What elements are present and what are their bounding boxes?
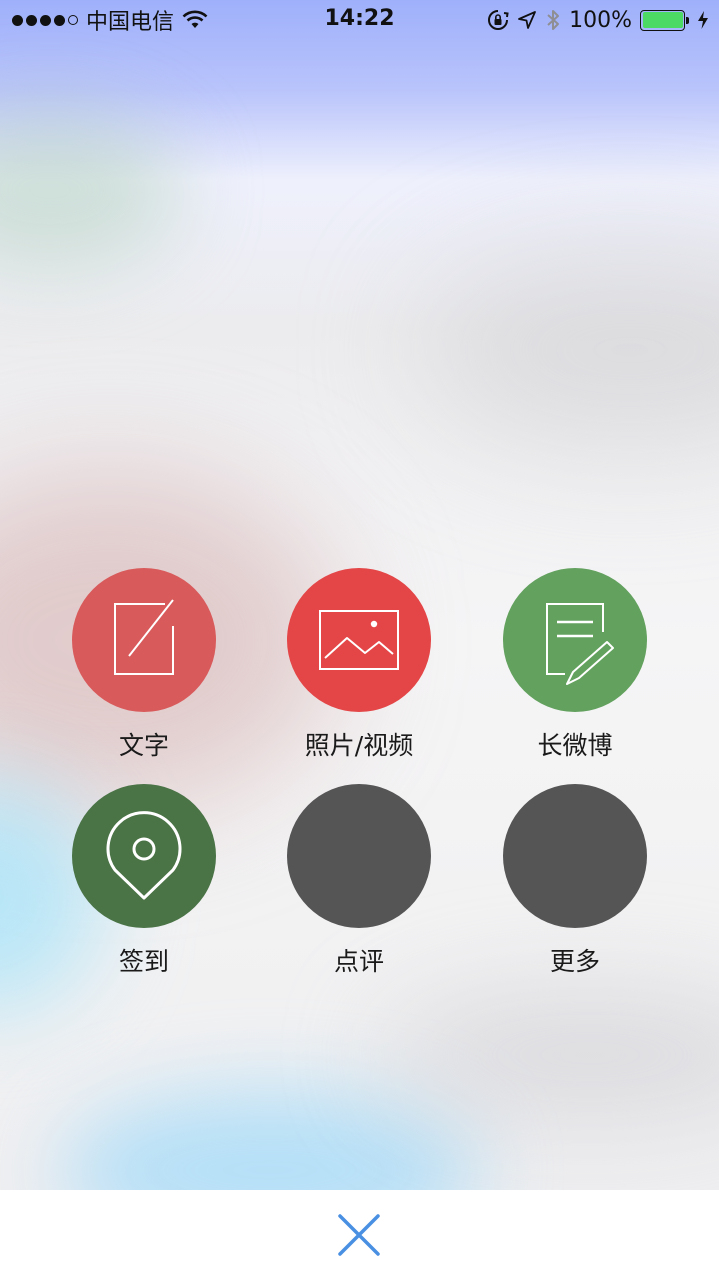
action-label: 点评 bbox=[333, 947, 384, 976]
background-blob bbox=[420, 250, 719, 450]
long-post-icon bbox=[546, 603, 614, 685]
action-photo-video[interactable]: 照片/视频 bbox=[269, 568, 449, 762]
action-photo-video-circle[interactable] bbox=[287, 568, 431, 712]
background-blob bbox=[60, 1090, 480, 1190]
action-review-circle[interactable] bbox=[287, 784, 431, 928]
bottom-bar bbox=[0, 1190, 719, 1280]
compose-icon bbox=[114, 599, 174, 675]
action-label: 照片/视频 bbox=[304, 731, 414, 760]
battery-body bbox=[640, 9, 685, 31]
photo-icon bbox=[319, 610, 399, 670]
background-blob bbox=[0, 110, 180, 270]
battery-icon bbox=[640, 9, 689, 31]
action-more[interactable]: 更多 bbox=[485, 784, 665, 978]
battery-fill bbox=[642, 12, 683, 28]
location-pin-icon bbox=[106, 811, 182, 900]
status-right: 100% bbox=[487, 6, 709, 34]
rotation-lock-icon bbox=[488, 10, 509, 30]
location-arrow-icon bbox=[518, 11, 536, 29]
action-compose-circle[interactable] bbox=[72, 568, 216, 712]
bluetooth-icon bbox=[547, 10, 560, 30]
background-blob bbox=[380, 990, 719, 1120]
close-button[interactable] bbox=[329, 1205, 389, 1265]
action-check-in-circle[interactable] bbox=[72, 784, 216, 928]
status-bar: 中国电信 14:22 100% bbox=[0, 0, 719, 40]
action-long-post[interactable]: 长微博 bbox=[485, 568, 665, 762]
battery-tip bbox=[686, 16, 689, 24]
close-icon[interactable] bbox=[329, 1205, 389, 1265]
battery-percent: 100% bbox=[569, 7, 632, 33]
action-label: 更多 bbox=[549, 947, 600, 976]
action-compose[interactable]: 文字 bbox=[54, 568, 234, 762]
action-check-in[interactable]: 签到 bbox=[54, 784, 234, 978]
action-label: 文字 bbox=[118, 731, 169, 760]
charging-bolt-icon bbox=[698, 11, 708, 29]
action-long-post-circle[interactable] bbox=[503, 568, 647, 712]
action-label: 长微博 bbox=[537, 731, 613, 760]
action-review[interactable]: 点评 bbox=[269, 784, 449, 978]
action-more-circle[interactable] bbox=[503, 784, 647, 928]
action-label: 签到 bbox=[118, 947, 169, 976]
